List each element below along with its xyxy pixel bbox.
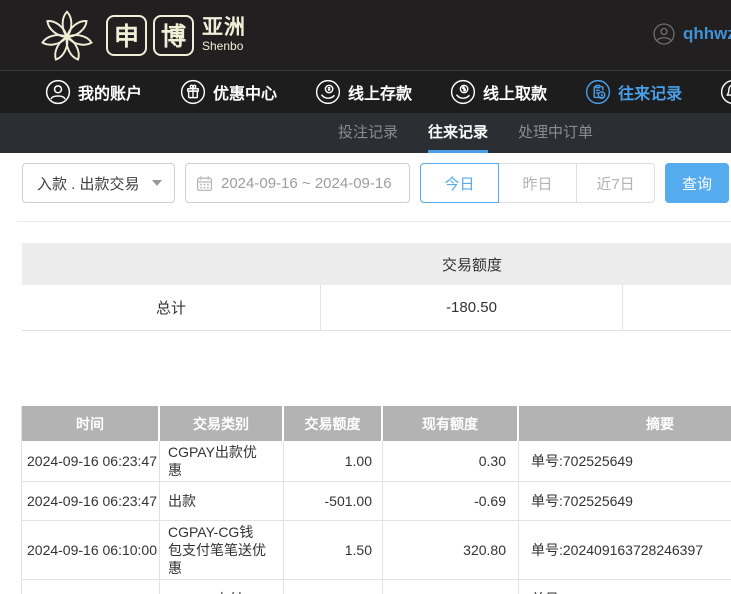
cell-amount: 1.50 bbox=[284, 521, 383, 579]
tab-betting-records[interactable]: 投注记录 bbox=[338, 113, 398, 153]
bell-icon bbox=[720, 79, 731, 105]
cell-time: 2024-09-16 06:23:47 bbox=[22, 441, 160, 481]
cell-memo: 单号:202409163728246397 bbox=[519, 580, 731, 594]
chevron-down-icon bbox=[152, 180, 162, 186]
col-header-time: 时间 bbox=[22, 406, 160, 441]
table-row: 2024-09-16 06:10:00 CGPAY-CG钱包支付笔笔送优惠 1.… bbox=[22, 521, 731, 580]
quick-date-buttons: 今日 昨日 近7日 bbox=[420, 163, 655, 203]
summary-total-empty bbox=[623, 285, 731, 330]
table-row: 2024-09-16 06:23:47 出款 -501.00 -0.69 单号:… bbox=[22, 482, 731, 521]
username-link[interactable]: qhhwz bbox=[683, 24, 731, 44]
gift-icon bbox=[180, 79, 206, 105]
yesterday-button[interactable]: 昨日 bbox=[498, 163, 577, 203]
col-header-balance: 现有额度 bbox=[383, 406, 519, 441]
transactions-table: 时间 交易类别 交易额度 现有额度 摘要 2024-09-16 06:23:47… bbox=[21, 406, 731, 594]
filter-row: 入款 . 出款交易 2024-09-16 ~ 2024-09-16 今日 昨日 bbox=[22, 163, 731, 203]
cell-balance: -0.69 bbox=[383, 482, 519, 520]
nav-label: 线上取款 bbox=[483, 80, 547, 104]
cell-time: 2024-09-16 06:10:00 bbox=[22, 580, 160, 594]
summary-total-row: 总计 -180.50 bbox=[22, 285, 731, 331]
table-header-row: 时间 交易类别 交易额度 现有额度 摘要 bbox=[22, 406, 731, 441]
user-icon bbox=[45, 79, 71, 105]
transaction-records-page: 申 博 亚洲 Shenbo qhhwz bbox=[0, 0, 731, 594]
withdraw-hand-coin-icon bbox=[450, 79, 476, 105]
tab-transaction-records[interactable]: 往来记录 bbox=[428, 113, 488, 153]
nav-label: 我的账户 bbox=[78, 80, 142, 104]
cell-amount: -501.00 bbox=[284, 482, 383, 520]
cell-memo: 单号:702525649 bbox=[519, 482, 731, 520]
nav-item-promotions[interactable]: 优惠中心 bbox=[180, 79, 277, 105]
record-sub-tabs: 投注记录 往来记录 处理中订单 bbox=[0, 113, 731, 153]
nav-item-transaction-records[interactable]: 往来记录 bbox=[585, 79, 682, 105]
section-divider bbox=[17, 221, 731, 222]
flower-logo-icon bbox=[36, 4, 98, 66]
cell-memo: 单号:702525649 bbox=[519, 441, 731, 481]
brand-char-bo: 博 bbox=[153, 15, 194, 56]
nav-item-message-center[interactable]: 信息中心 bbox=[720, 79, 731, 105]
tab-pending-orders[interactable]: 处理中订单 bbox=[518, 113, 593, 153]
transaction-type-value: 入款 . 出款交易 bbox=[37, 173, 140, 194]
brand-sub-label: Shenbo bbox=[202, 39, 246, 53]
clipboard-clock-icon bbox=[585, 79, 611, 105]
summary-total-value: -180.50 bbox=[321, 285, 623, 330]
user-account[interactable]: qhhwz bbox=[653, 23, 731, 45]
last-7-days-button[interactable]: 近7日 bbox=[576, 163, 655, 203]
summary-total-label: 总计 bbox=[22, 285, 321, 330]
main-nav: 我的账户 优惠中心 bbox=[0, 70, 731, 113]
search-button[interactable]: 查询 bbox=[665, 163, 729, 203]
nav-item-online-deposit[interactable]: 线上存款 bbox=[315, 79, 412, 105]
nav-item-my-account[interactable]: 我的账户 bbox=[45, 79, 142, 105]
nav-label: 优惠中心 bbox=[213, 80, 277, 104]
col-header-memo: 摘要 bbox=[519, 406, 731, 441]
deposit-hand-coin-icon bbox=[315, 79, 341, 105]
cell-balance: 0.30 bbox=[383, 441, 519, 481]
cell-type: CGPAY支付 bbox=[160, 580, 284, 594]
date-range-input[interactable]: 2024-09-16 ~ 2024-09-16 bbox=[185, 163, 410, 203]
brand-logo[interactable]: 申 博 亚洲 Shenbo bbox=[36, 4, 246, 66]
cell-time: 2024-09-16 06:23:47 bbox=[22, 482, 160, 520]
nav-label: 往来记录 bbox=[618, 80, 682, 104]
nav-label: 线上存款 bbox=[348, 80, 412, 104]
cell-type: 出款 bbox=[160, 482, 284, 520]
nav-item-online-withdraw[interactable]: 线上取款 bbox=[450, 79, 547, 105]
col-header-type: 交易类别 bbox=[160, 406, 284, 441]
summary-header-row: 交易额度 bbox=[22, 243, 731, 285]
summary-table: 交易额度 总计 -180.50 bbox=[22, 243, 731, 331]
transaction-type-select[interactable]: 入款 . 出款交易 bbox=[22, 163, 175, 203]
table-row: 2024-09-16 06:10:00 CGPAY支付 300.00 319.3… bbox=[22, 580, 731, 594]
cell-balance: 320.80 bbox=[383, 521, 519, 579]
brand-region-label: 亚洲 bbox=[202, 17, 246, 39]
calendar-icon bbox=[196, 175, 213, 192]
brand-char-shen: 申 bbox=[106, 15, 147, 56]
today-button[interactable]: 今日 bbox=[420, 163, 499, 203]
user-circle-icon bbox=[653, 23, 675, 45]
table-row: 2024-09-16 06:23:47 CGPAY出款优惠 1.00 0.30 … bbox=[22, 441, 731, 482]
col-header-amount: 交易额度 bbox=[284, 406, 383, 441]
cell-balance: 319.30 bbox=[383, 580, 519, 594]
summary-amount-header: 交易额度 bbox=[321, 254, 623, 275]
cell-time: 2024-09-16 06:10:00 bbox=[22, 521, 160, 579]
cell-type: CGPAY-CG钱包支付笔笔送优惠 bbox=[160, 521, 284, 579]
cell-amount: 1.00 bbox=[284, 441, 383, 481]
cell-memo: 单号:202409163728246397 bbox=[519, 521, 731, 579]
top-header: 申 博 亚洲 Shenbo qhhwz bbox=[0, 0, 731, 70]
cell-amount: 300.00 bbox=[284, 580, 383, 594]
cell-type: CGPAY出款优惠 bbox=[160, 441, 284, 481]
date-range-value: 2024-09-16 ~ 2024-09-16 bbox=[221, 175, 392, 192]
